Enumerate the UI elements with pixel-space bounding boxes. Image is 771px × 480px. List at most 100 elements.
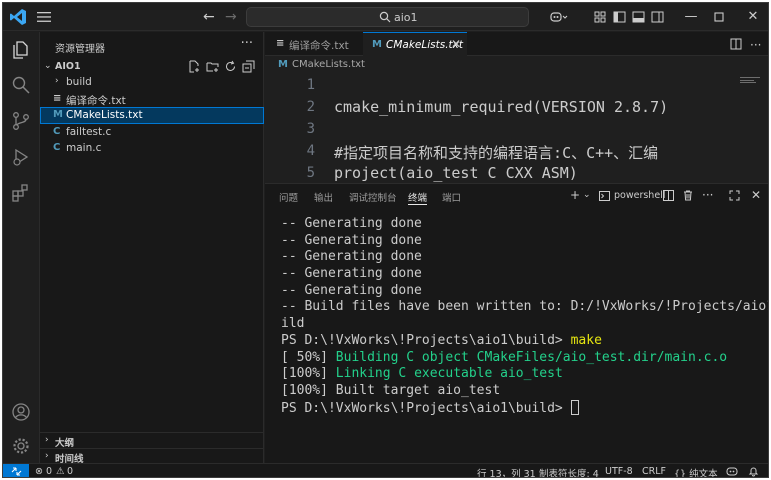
tab-problems[interactable]: 问题 — [279, 190, 298, 204]
code-line: 1 — [265, 76, 755, 98]
timeline-section[interactable]: › 时间线 — [40, 448, 264, 465]
new-terminal-icon[interactable]: + — [570, 188, 580, 202]
terminal-line: ild — [281, 316, 305, 332]
notifications-bell-icon[interactable] — [748, 466, 759, 477]
more-actions-icon[interactable]: ··· — [241, 36, 253, 51]
tree-item-label: build — [66, 76, 92, 88]
error-count: 0 — [46, 466, 53, 477]
tab-compile-commands[interactable]: ≡ 编译命令.txt — [265, 32, 363, 56]
language-mode[interactable]: {} 纯文本 — [674, 466, 718, 477]
terminal-line: -- Generating done — [281, 216, 422, 231]
tab-cmakelists[interactable]: M CMakeLists.txt ✕ — [363, 32, 467, 56]
cmake-file-icon: M — [53, 109, 63, 120]
menu-icon[interactable] — [36, 10, 52, 24]
tree-item-build[interactable]: › build — [40, 74, 264, 91]
terminal-line: [ 50%] Building C object CMakeFiles/aio_… — [281, 350, 763, 367]
tree-item-main-c[interactable]: C main.c — [40, 140, 264, 157]
breadcrumb-item[interactable]: CMakeLists.txt — [292, 59, 365, 70]
tree-item-label: CMakeLists.txt — [66, 109, 143, 121]
toggle-secondary-sidebar-icon[interactable] — [651, 10, 664, 24]
cmake-file-icon: M — [372, 39, 382, 50]
search-view-icon[interactable] — [11, 75, 31, 95]
cursor-position[interactable]: 行 13，列 31 — [477, 466, 536, 477]
account-icon[interactable] — [11, 402, 31, 422]
terminal-line: -- Generating done — [281, 266, 422, 282]
code-line: 4 #指定项目名称和支持的编程语言:C、C++、汇编 — [265, 142, 755, 164]
encoding[interactable]: UTF-8 — [605, 466, 633, 477]
split-terminal-icon[interactable] — [663, 190, 674, 201]
terminal-prompt: PS D:\!VxWorks\!Projects\aio1\build> — [281, 400, 571, 416]
close-panel-icon[interactable]: ✕ — [751, 188, 761, 202]
new-file-icon[interactable] — [188, 60, 201, 73]
terminal-icon — [599, 191, 610, 201]
warnings-icon[interactable]: ⚠ — [56, 466, 65, 477]
close-window-icon[interactable]: ✕ — [743, 7, 763, 27]
command-center-search[interactable]: aio1 — [246, 7, 529, 27]
explorer-sidebar: 资源管理器 ··· ⌄ AIO1 › build ≡ 编译命令.txt M CM… — [40, 32, 264, 465]
maximize-icon[interactable] — [709, 7, 729, 27]
customize-layout-icon[interactable] — [594, 10, 607, 24]
title-bar: ← → aio1 — ✕ — [3, 3, 768, 31]
chevron-right-icon: › — [45, 435, 49, 445]
search-text: aio1 — [394, 11, 418, 24]
code-line: 3 — [265, 120, 755, 142]
close-tab-icon[interactable]: ✕ — [451, 37, 461, 51]
line-text: #指定项目名称和支持的编程语言:C、C++、汇编 — [334, 144, 659, 162]
trash-icon[interactable] — [683, 190, 693, 201]
copilot-status-icon[interactable] — [726, 466, 738, 477]
source-control-icon[interactable] — [11, 111, 31, 131]
line-number: 1 — [306, 77, 315, 93]
tree-item-compile-commands[interactable]: ≡ 编译命令.txt — [40, 91, 264, 108]
panel-more-icon[interactable]: ··· — [702, 188, 713, 202]
explorer-icon[interactable] — [11, 40, 31, 60]
code-line: 5 project(aio_test C CXX ASM) — [265, 164, 755, 183]
maximize-panel-icon[interactable] — [729, 190, 740, 201]
refresh-icon[interactable] — [224, 60, 237, 73]
new-folder-icon[interactable] — [206, 60, 219, 73]
tab-terminal[interactable]: 终端 — [408, 190, 428, 205]
line-ending[interactable]: CRLF — [642, 466, 666, 477]
line-text: project(aio_test C CXX ASM) — [334, 164, 578, 182]
code-line: 2 cmake_minimum_required(VERSION 2.8.7) — [265, 98, 755, 120]
code-content[interactable]: 1 2 cmake_minimum_required(VERSION 2.8.7… — [265, 74, 768, 183]
split-editor-icon[interactable] — [730, 38, 742, 50]
toggle-primary-sidebar-icon[interactable] — [613, 10, 626, 24]
terminal-prompt-line: PS D:\!VxWorks\!Projects\aio1\build> — [281, 399, 763, 417]
settings-gear-icon[interactable] — [11, 436, 31, 456]
outline-section[interactable]: › 大纲 — [40, 432, 264, 449]
minimize-icon[interactable]: — — [681, 7, 701, 27]
copilot-icon[interactable] — [549, 10, 569, 24]
cmake-file-icon: M — [278, 59, 288, 70]
extensions-icon[interactable] — [11, 183, 31, 203]
c-file-icon: C — [53, 126, 61, 137]
line-number: 4 — [306, 143, 315, 159]
terminal-line: [100%] Linking C executable aio_test — [281, 366, 763, 383]
warning-count: 0 — [67, 466, 74, 477]
terminal-prompt-line: PS D:\!VxWorks\!Projects\aio1\build> mak… — [281, 333, 763, 350]
toggle-panel-icon[interactable] — [632, 10, 645, 24]
workspace-folder-header[interactable]: ⌄ AIO1 — [40, 59, 264, 75]
remote-indicator-icon[interactable] — [3, 464, 29, 477]
tree-item-failtest[interactable]: C failtest.c — [40, 124, 264, 141]
terminal-prompt: PS D:\!VxWorks\!Projects\aio1\build> — [281, 332, 571, 348]
chevron-right-icon: › — [45, 451, 49, 461]
indentation[interactable]: 制表符长度: 4 — [539, 466, 599, 477]
terminal-shell-label[interactable]: powershell — [614, 190, 665, 201]
tree-item-cmakelists[interactable]: M CMakeLists.txt — [40, 107, 264, 124]
activity-bar — [3, 32, 40, 463]
remote-arrows-icon — [11, 467, 21, 476]
editor-area: ≡ 编译命令.txt M CMakeLists.txt ✕ ··· M CMak… — [265, 32, 768, 183]
tab-output[interactable]: 输出 — [314, 190, 333, 204]
back-arrow-icon[interactable]: ← — [203, 9, 215, 25]
errors-icon[interactable]: ⊗ — [35, 466, 43, 477]
collapse-all-icon[interactable] — [242, 60, 255, 73]
breadcrumb: M CMakeLists.txt — [265, 56, 768, 74]
forward-arrow-icon[interactable]: → — [225, 9, 237, 25]
terminal-output[interactable]: -- Generating done -- Generating done --… — [281, 216, 768, 417]
run-debug-icon[interactable] — [11, 147, 31, 167]
editor-more-icon[interactable]: ··· — [750, 38, 761, 52]
tab-ports[interactable]: 端口 — [442, 190, 461, 204]
tab-debug-console[interactable]: 调试控制台 — [349, 190, 397, 204]
chevron-down-icon[interactable]: ⌄ — [583, 190, 591, 200]
folder-name: AIO1 — [55, 61, 81, 72]
